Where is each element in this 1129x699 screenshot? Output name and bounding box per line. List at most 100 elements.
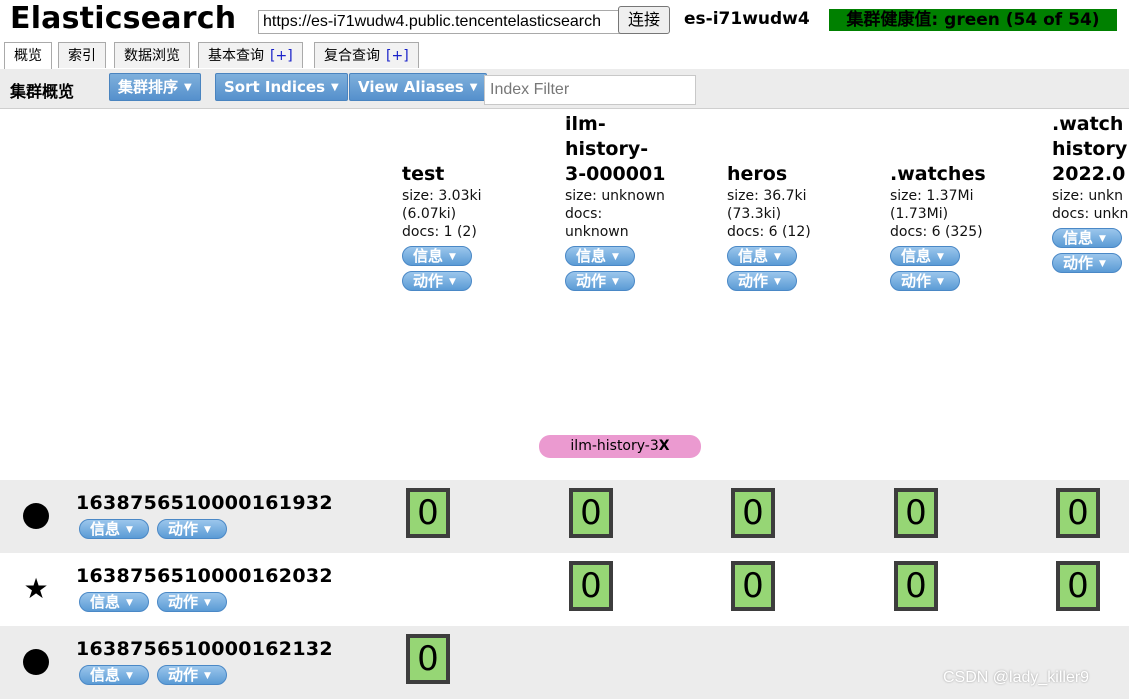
index-action-button[interactable]: 动作 ▼ [1052, 253, 1122, 273]
button-label: 集群排序 [118, 78, 179, 96]
shard-box[interactable]: 0 [569, 488, 613, 538]
shard-box[interactable]: 0 [406, 488, 450, 538]
header-bar: Elasticsearch https://es-i71wudw4.public… [0, 0, 1129, 40]
watermark: CSDN @lady_killer9 [943, 669, 1090, 686]
node-info-button[interactable]: 信息 ▼ [79, 519, 149, 539]
index-action-button[interactable]: 动作 ▼ [402, 271, 472, 291]
index-column: .watch history 2022.0 size: unkn docs: unk… [1052, 112, 1129, 273]
pill-label: 动作 [168, 520, 199, 538]
index-name: test [402, 163, 445, 185]
index-docs: docs: unkn [1052, 206, 1129, 222]
close-icon[interactable]: X [659, 438, 670, 454]
overview-toolbar: 集群概览 集群排序 ▼ Sort Indices ▼ View Aliases ▼ I… [0, 69, 1129, 109]
node-action-button[interactable]: 动作 ▼ [157, 519, 227, 539]
index-name: heros [727, 163, 788, 185]
chevron-down-icon: ▼ [449, 277, 456, 287]
section-title: 集群概览 [10, 82, 75, 101]
tab-label: 索引 [68, 48, 96, 64]
alias-label: ilm-history-3 [570, 438, 659, 454]
index-column: .watches size: 1.37Mi (1.73Mi) docs: 6 (325… [890, 162, 1020, 291]
shard-box[interactable]: 0 [894, 561, 938, 611]
index-action-button[interactable]: 动作 ▼ [565, 271, 635, 291]
pill-label: 信息 [901, 247, 932, 265]
chevron-down-icon: ▼ [204, 598, 211, 608]
shard-box[interactable]: 0 [1056, 561, 1100, 611]
node-row: 1638756510000161932 信息 ▼ 动作 ▼ 0 0 0 0 0 [0, 480, 1129, 553]
node-action-button[interactable]: 动作 ▼ [157, 592, 227, 612]
cluster-name: es-i71wudw4 [684, 9, 810, 29]
tab-browser[interactable]: 数据浏览 [114, 42, 190, 68]
node-action-button[interactable]: 动作 ▼ [157, 665, 227, 685]
shard-box[interactable]: 0 [1056, 488, 1100, 538]
tab-label: 复合查询 [324, 48, 380, 64]
pill-label: 信息 [90, 520, 121, 538]
index-docs: docs: unknown [565, 206, 629, 240]
tab-label: 数据浏览 [124, 48, 180, 64]
index-info-button[interactable]: 信息 ▼ [890, 246, 960, 266]
shard-box[interactable]: 0 [731, 561, 775, 611]
tab-label: 基本查询 [208, 48, 264, 64]
node-row: 1638756510000162132 信息 ▼ 动作 ▼ 0 [0, 626, 1129, 699]
index-name: .watch history 2022.0 [1052, 113, 1128, 185]
shard-box[interactable]: 0 [894, 488, 938, 538]
sort-indices-button[interactable]: Sort Indices ▼ [215, 73, 348, 101]
pill-label: 信息 [413, 247, 444, 265]
index-info-button[interactable]: 信息 ▼ [565, 246, 635, 266]
connect-button[interactable]: 连接 [618, 6, 670, 34]
tab-compound-query[interactable]: 复合查询 [+] [314, 42, 419, 68]
pill-label: 信息 [90, 666, 121, 684]
cluster-health-badge: 集群健康值: green (54 of 54) [829, 9, 1117, 31]
node-info-button[interactable]: 信息 ▼ [79, 665, 149, 685]
pill-label: 信息 [90, 593, 121, 611]
tab-indices[interactable]: 索引 [58, 42, 106, 68]
index-filter-input[interactable]: Index Filter [484, 75, 696, 105]
chevron-down-icon: ▼ [126, 598, 133, 608]
tab-basic-query[interactable]: 基本查询 [+] [198, 42, 303, 68]
index-size-total: (1.73Mi) [890, 206, 949, 222]
index-action-button[interactable]: 动作 ▼ [890, 271, 960, 291]
tab-label: 概览 [14, 48, 42, 64]
chevron-down-icon: ▼ [204, 671, 211, 681]
pill-label: 动作 [413, 272, 444, 290]
shard-box[interactable]: 0 [731, 488, 775, 538]
pill-label: 信息 [738, 247, 769, 265]
index-size-total: (6.07ki) [402, 206, 457, 222]
cluster-url-input[interactable]: https://es-i71wudw4.public.tencentelasti… [258, 10, 622, 34]
pill-label: 动作 [168, 666, 199, 684]
chevron-down-icon: ▼ [331, 82, 339, 93]
node-info-button[interactable]: 信息 ▼ [79, 592, 149, 612]
chevron-down-icon: ▼ [612, 252, 619, 262]
node-name: 1638756510000162132 [76, 638, 333, 660]
chevron-down-icon: ▼ [774, 252, 781, 262]
chevron-down-icon: ▼ [469, 82, 478, 93]
app-title: Elasticsearch [10, 1, 237, 36]
pill-label: 动作 [738, 272, 769, 290]
alias-tag[interactable]: ilm-history-3X [539, 435, 701, 458]
chevron-down-icon: ▼ [1099, 234, 1106, 244]
chevron-down-icon: ▼ [126, 525, 133, 535]
shard-box[interactable]: 0 [569, 561, 613, 611]
index-size-total: (73.3ki) [727, 206, 782, 222]
sort-cluster-button[interactable]: 集群排序 ▼ [109, 73, 201, 101]
index-size: size: 1.37Mi [890, 188, 974, 204]
chevron-down-icon: ▼ [612, 277, 619, 287]
chevron-down-icon: ▼ [449, 252, 456, 262]
tab-overview[interactable]: 概览 [4, 42, 52, 70]
node-name: 1638756510000161932 [76, 492, 333, 514]
index-column: ilm- history- 3-000001 size: unknown docs:… [565, 112, 695, 291]
index-name: .watches [890, 163, 986, 185]
index-info-button[interactable]: 信息 ▼ [402, 246, 472, 266]
pill-label: 动作 [576, 272, 607, 290]
node-actions: 信息 ▼ 动作 ▼ [79, 665, 235, 689]
view-aliases-button[interactable]: View Aliases ▼ [349, 73, 487, 101]
button-label: View Aliases [358, 78, 464, 96]
add-tab-plus[interactable]: [+] [270, 48, 293, 64]
shard-box[interactable]: 0 [406, 634, 450, 684]
index-size: size: 36.7ki [727, 188, 807, 204]
index-size: size: unknown [565, 188, 665, 204]
index-info-button[interactable]: 信息 ▼ [1052, 228, 1122, 248]
chevron-down-icon: ▼ [1099, 259, 1106, 269]
index-action-button[interactable]: 动作 ▼ [727, 271, 797, 291]
index-info-button[interactable]: 信息 ▼ [727, 246, 797, 266]
add-tab-plus[interactable]: [+] [386, 48, 409, 64]
